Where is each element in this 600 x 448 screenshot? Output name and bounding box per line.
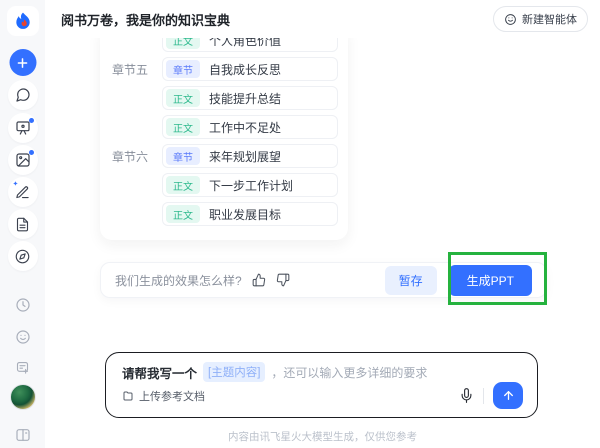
new-chat-button[interactable] bbox=[9, 49, 36, 76]
ai-sparkle-icon: ✦ bbox=[12, 181, 19, 188]
outline-item-title: 职业发展目标 bbox=[209, 207, 282, 222]
prompt-prefix: 请帮我写一个 bbox=[122, 366, 198, 381]
sidebar-item-image[interactable] bbox=[7, 145, 38, 175]
feedback-actions: 暂存 生成PPT bbox=[384, 264, 532, 296]
disclaimer-text: 内容由讯飞星火大模型生成，仅供您参考 bbox=[228, 431, 417, 443]
outline-row: 正文 技能提升总结 bbox=[100, 86, 348, 110]
doc-add-icon bbox=[16, 361, 29, 374]
mic-button[interactable] bbox=[459, 388, 474, 403]
save-draft-button[interactable]: 暂存 bbox=[384, 265, 437, 295]
user-avatar[interactable] bbox=[9, 384, 36, 410]
badge-chapter: 章节 bbox=[166, 60, 200, 78]
compass-icon bbox=[15, 249, 30, 263]
thumbs-down-icon bbox=[276, 273, 290, 287]
sidebar-toggle-icon bbox=[15, 429, 30, 441]
prompt-suffix: ，还可以输入更多详细的要求 bbox=[271, 365, 428, 380]
section-label: 章节五 bbox=[112, 62, 149, 77]
outline-row: 章节五 章节 自我成长反思 bbox=[100, 57, 348, 81]
badge-body: 正文 bbox=[166, 118, 200, 136]
composer-actions bbox=[459, 382, 523, 409]
sidebar-item-feedback[interactable] bbox=[10, 324, 36, 350]
thumbs-down-button[interactable] bbox=[276, 273, 290, 287]
composer-toolbar: 上传参考文档 bbox=[122, 382, 523, 409]
footer: 内容由讯飞星火大模型生成，仅供您参考 bbox=[45, 429, 600, 444]
outline-card: 正文 个人角色价值 章节五 章节 自我成长反思 正文 技能提升总结 正文 工作中… bbox=[100, 24, 348, 240]
thumbs-up-icon bbox=[252, 273, 265, 287]
upload-doc-icon bbox=[123, 391, 133, 400]
outline-item[interactable]: 章节 自我成长反思 bbox=[162, 57, 338, 81]
divider bbox=[483, 387, 484, 404]
plus-icon bbox=[17, 57, 28, 68]
chat-icon bbox=[15, 88, 30, 102]
sidebar-item-new-doc[interactable] bbox=[10, 354, 36, 380]
outline-item-title: 工作中不足处 bbox=[209, 120, 282, 135]
sidebar-item-history[interactable] bbox=[10, 292, 36, 318]
outline-item-title: 自我成长反思 bbox=[209, 62, 282, 77]
topic-placeholder-chip[interactable]: [主题内容] bbox=[203, 362, 266, 382]
sidebar-item-chat[interactable] bbox=[7, 80, 38, 110]
new-agent-label: 新建智能体 bbox=[522, 14, 577, 26]
outline-item[interactable]: 正文 职业发展目标 bbox=[162, 202, 338, 226]
spark-logo-icon bbox=[15, 12, 30, 29]
outline-item[interactable]: 章节 来年规划展望 bbox=[162, 144, 338, 168]
badge-body: 正文 bbox=[166, 205, 200, 223]
collapse-sidebar-button[interactable] bbox=[10, 422, 36, 448]
app-window: ✦ 阅书万卷，我是你的知识宝典 新建智能体 正文 个人角色价值 章节五 章节 自… bbox=[0, 0, 600, 448]
arrow-up-icon bbox=[503, 391, 513, 400]
image-icon bbox=[15, 153, 30, 167]
outline-item[interactable]: 正文 下一步工作计划 bbox=[162, 173, 338, 197]
presentation-icon bbox=[15, 121, 30, 135]
outline-item[interactable]: 正文 技能提升总结 bbox=[162, 86, 338, 110]
new-agent-button[interactable]: 新建智能体 bbox=[493, 6, 588, 32]
thumbs-up-button[interactable] bbox=[252, 273, 266, 287]
sidebar-item-notes[interactable] bbox=[7, 209, 38, 239]
page-title: 阅书万卷，我是你的知识宝典 bbox=[61, 12, 231, 28]
badge-body: 正文 bbox=[166, 89, 200, 107]
badge-chapter: 章节 bbox=[166, 147, 200, 165]
upload-reference-button[interactable]: 上传参考文档 bbox=[122, 388, 205, 404]
document-icon bbox=[16, 217, 29, 231]
feedback-bar: 我们生成的效果怎么样? 暂存 生成PPT bbox=[100, 262, 547, 298]
feedback-question: 我们生成的效果怎么样? bbox=[115, 273, 242, 288]
outline-row: 正文 工作中不足处 bbox=[100, 115, 348, 139]
upload-reference-label: 上传参考文档 bbox=[139, 390, 205, 403]
outline-row: 正文 下一步工作计划 bbox=[100, 173, 348, 197]
sidebar-item-writing[interactable]: ✦ bbox=[7, 177, 38, 207]
outline-row: 章节六 章节 来年规划展望 bbox=[100, 144, 348, 168]
agent-icon bbox=[505, 13, 516, 25]
spark-logo bbox=[6, 6, 39, 36]
composer[interactable]: 请帮我写一个 [主题内容] ，还可以输入更多详细的要求 上传参考文档 bbox=[105, 352, 538, 418]
section-label: 章节六 bbox=[112, 149, 149, 164]
outline-item-title: 下一步工作计划 bbox=[209, 178, 294, 193]
sidebar: ✦ bbox=[0, 0, 45, 448]
notification-dot bbox=[28, 150, 34, 155]
sidebar-item-ppt[interactable] bbox=[7, 113, 38, 143]
smiley-icon bbox=[15, 330, 30, 344]
header: 阅书万卷，我是你的知识宝典 新建智能体 bbox=[45, 0, 600, 38]
generate-ppt-button[interactable]: 生成PPT bbox=[448, 264, 532, 296]
history-icon bbox=[15, 298, 30, 312]
notification-dot bbox=[28, 118, 34, 123]
outline-item[interactable]: 正文 工作中不足处 bbox=[162, 115, 338, 139]
prompt-input[interactable]: 请帮我写一个 [主题内容] ，还可以输入更多详细的要求 bbox=[122, 362, 523, 382]
send-button[interactable] bbox=[493, 382, 523, 409]
outline-item-title: 技能提升总结 bbox=[209, 91, 282, 106]
badge-body: 正文 bbox=[166, 176, 200, 194]
outline-row: 正文 职业发展目标 bbox=[100, 202, 348, 226]
sidebar-item-explore[interactable] bbox=[7, 241, 38, 271]
main-area: 阅书万卷，我是你的知识宝典 新建智能体 正文 个人角色价值 章节五 章节 自我成… bbox=[45, 0, 600, 448]
mic-icon bbox=[461, 388, 472, 403]
outline-item-title: 来年规划展望 bbox=[209, 149, 282, 164]
